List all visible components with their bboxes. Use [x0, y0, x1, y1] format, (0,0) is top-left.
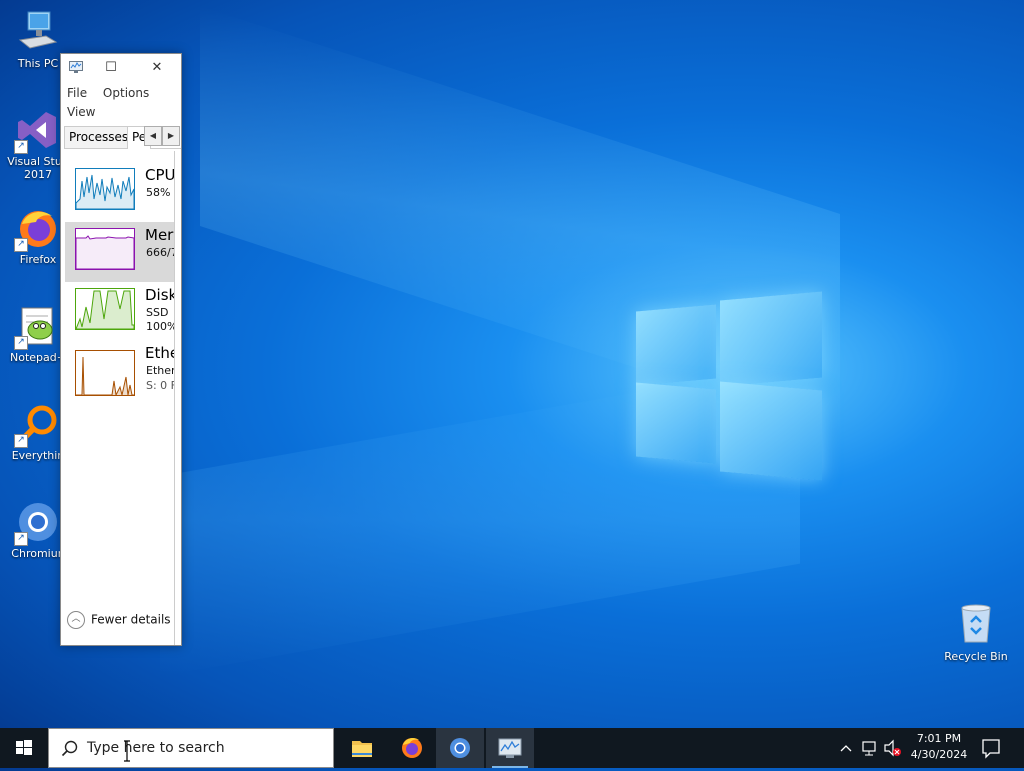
system-tray [836, 728, 904, 768]
performance-list: CPU 58% Mer 666/7 Disk SSD 100% [65, 162, 174, 406]
notepad-plus-plus-icon: ↗ [14, 304, 60, 350]
volume-muted-icon[interactable] [882, 728, 904, 768]
firefox-icon: ↗ [14, 206, 60, 252]
network-icon[interactable] [860, 728, 880, 768]
perf-item-disk[interactable]: Disk SSD 100% [65, 282, 174, 342]
perf-item-value: 100% [146, 320, 174, 333]
perf-item-name: Mer [145, 226, 174, 244]
taskbar-firefox[interactable] [388, 728, 436, 768]
clock[interactable]: 7:01 PM 4/30/2024 [904, 731, 974, 763]
notification-center-button[interactable] [968, 728, 1014, 768]
windows-logo [636, 290, 822, 481]
perf-item-name: CPU [145, 166, 174, 184]
shortcut-arrow-icon: ↗ [14, 140, 28, 154]
shortcut-arrow-icon: ↗ [14, 336, 28, 350]
taskbar-file-explorer[interactable] [338, 728, 386, 768]
text-cursor-icon [124, 740, 130, 762]
close-button[interactable]: ✕ [137, 54, 177, 82]
vertical-divider [174, 151, 175, 645]
ethernet-graph [75, 350, 135, 397]
computer-icon [16, 10, 60, 54]
menu-view[interactable]: View [67, 105, 95, 119]
clock-time: 7:01 PM [916, 732, 962, 745]
search-icon [61, 740, 78, 757]
taskbar-chromium[interactable] [436, 728, 484, 768]
fewer-details-label: Fewer details [91, 612, 171, 627]
perf-item-value: S: 0 F [146, 379, 174, 392]
perf-item-value: SSD [146, 306, 169, 319]
memory-graph [75, 228, 135, 270]
tab-strip: Processes Pe ◀ ▶ [64, 126, 181, 149]
fewer-details-button[interactable]: ︿ Fewer details [67, 611, 171, 629]
recycle-bin-icon [954, 602, 998, 646]
firefox-icon [402, 737, 422, 758]
menu-file[interactable]: File [67, 86, 87, 100]
tab-scroll-left-button[interactable]: ◀ [144, 126, 162, 146]
chevron-up-icon: ︿ [67, 611, 85, 629]
perf-item-value: 58% [146, 186, 171, 199]
menu-bar: File Options [67, 86, 161, 100]
perf-item-value: Ether [146, 364, 174, 377]
notification-icon [982, 739, 1000, 759]
perf-item-value: 666/7 [146, 246, 174, 259]
task-manager-icon [498, 738, 522, 758]
cpu-graph [75, 168, 135, 210]
visual-studio-icon: ↗ [14, 108, 60, 154]
desktop-icon-label: Recycle Bin [944, 650, 1008, 663]
clock-date: 4/30/2024 [910, 748, 968, 761]
perf-item-name: Disk [145, 286, 174, 304]
perf-item-cpu[interactable]: CPU 58% [65, 162, 174, 222]
maximize-button[interactable]: ☐ [91, 54, 131, 82]
shortcut-arrow-icon: ↗ [14, 238, 28, 252]
title-bar[interactable]: ☐ ✕ [61, 54, 181, 82]
desktop-icon-recycle-bin[interactable]: Recycle Bin [940, 602, 1012, 663]
search-box[interactable]: Type here to search [48, 728, 334, 768]
task-manager-icon [69, 61, 83, 73]
chromium-icon: ↗ [14, 500, 60, 546]
chevron-up-icon[interactable] [836, 728, 856, 768]
shortcut-arrow-icon: ↗ [14, 434, 28, 448]
perf-item-name: Ethe [145, 344, 174, 362]
task-manager-window[interactable]: ☐ ✕ File Options View Processes Pe ◀ ▶ C… [60, 53, 182, 646]
file-explorer-icon [352, 741, 372, 757]
tab-scroll-right-button[interactable]: ▶ [162, 126, 180, 146]
search-placeholder: Type here to search [87, 740, 225, 756]
taskbar: Type here to search 7:01 PM 4/30/2024 [0, 728, 1024, 768]
chromium-icon [450, 738, 470, 758]
perf-item-ethernet[interactable]: Ethe Ether S: 0 F [65, 342, 174, 406]
windows-start-icon [16, 740, 32, 755]
shortcut-arrow-icon: ↗ [14, 532, 28, 546]
taskbar-task-manager[interactable] [486, 728, 534, 768]
menu-options[interactable]: Options [103, 86, 149, 100]
everything-search-icon: ↗ [14, 402, 60, 448]
perf-item-memory[interactable]: Mer 666/7 [65, 222, 174, 282]
disk-graph [75, 288, 135, 330]
start-button[interactable] [0, 728, 48, 768]
tab-processes[interactable]: Processes [64, 126, 134, 148]
